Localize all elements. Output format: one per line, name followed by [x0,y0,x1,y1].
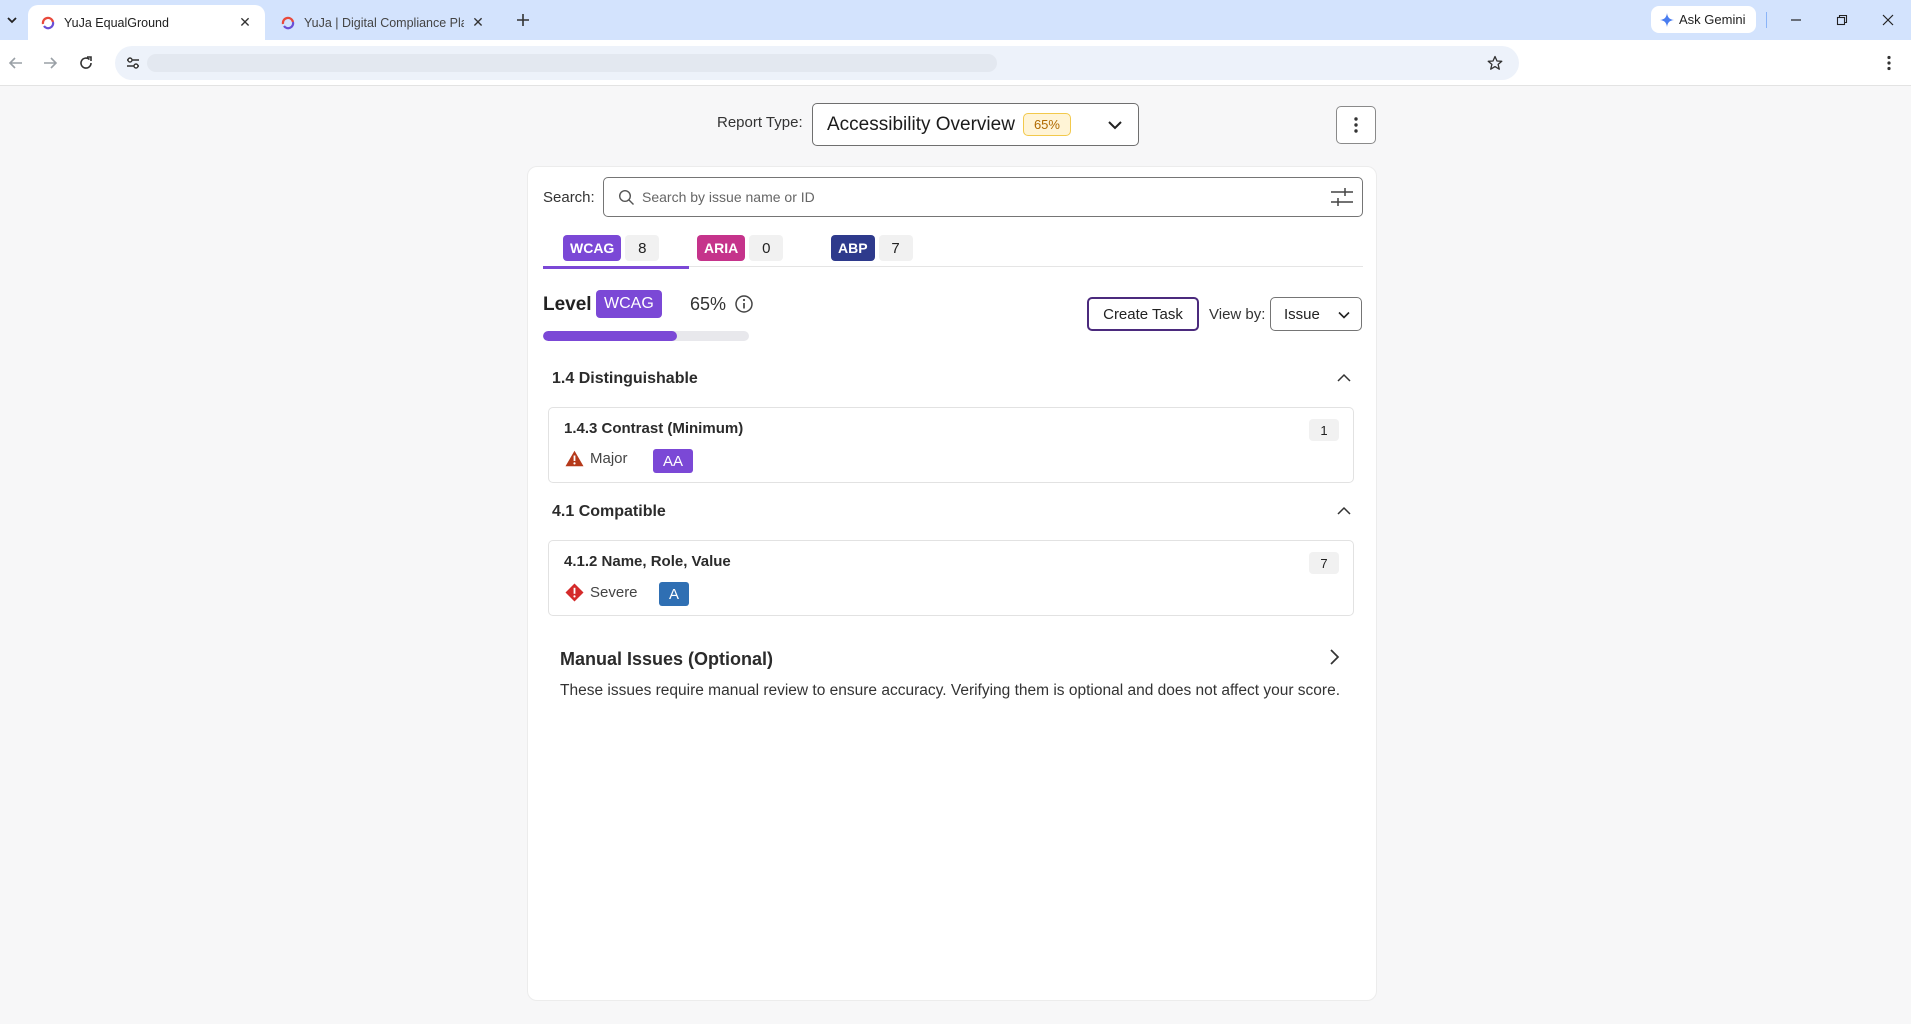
chevron-down-icon [1108,121,1122,130]
address-bar[interactable] [115,46,1519,80]
yuja-favicon-icon [41,16,55,29]
severity-label: Major [590,450,628,467]
create-task-button[interactable]: Create Task [1087,297,1199,331]
tab-title: YuJa EqualGround [64,15,169,30]
browser-menu-button[interactable] [1877,51,1901,75]
minimize-icon [1791,19,1801,21]
back-button[interactable] [4,51,28,75]
search-input[interactable] [642,184,1302,210]
issue-card-name-role-value[interactable]: 4.1.2 Name, Role, Value 7 Severe A [548,540,1354,616]
issue-count: 7 [1309,552,1339,574]
reload-button[interactable] [74,51,98,75]
browser-toolbar [0,40,1911,86]
report-name: Accessibility Overview [827,113,1015,135]
search-label: Search: [543,189,595,206]
report-score-badge: 65% [1022,113,1071,136]
level-percent: 65% [690,294,727,314]
view-by-value: Issue [1284,305,1320,323]
search-icon [618,189,634,205]
warning-triangle-icon [565,450,584,467]
tab-search-dropdown[interactable] [2,10,22,30]
report-panel: Search: WCAG 8 ARIA 0 ABP 7 Level WCAG 6… [527,166,1377,1001]
conformance-level-badge: AA [653,449,694,473]
abp-count: 7 [878,235,913,261]
chevron-down-icon [1338,311,1350,319]
report-type-select[interactable]: Accessibility Overview 65% [812,103,1139,146]
issue-title: 1.4.3 Contrast (Minimum) [564,420,744,437]
conformance-level-badge: A [659,582,690,606]
toolbar-separator [1766,12,1767,28]
severity-severe: Severe [565,583,638,602]
tab-aria[interactable]: ARIA 0 [697,235,784,267]
issue-title: 4.1.2 Name, Role, Value [564,553,731,570]
gemini-sparkle-icon [1660,12,1674,27]
group-header-compatible[interactable]: 4.1 Compatible [552,499,1360,525]
restore-icon [1836,14,1848,26]
more-vertical-icon [1887,55,1891,71]
severe-diamond-icon [565,583,584,602]
chevron-right-icon[interactable] [1324,647,1344,667]
severity-major: Major [565,450,628,467]
more-vertical-icon [1354,117,1358,133]
arrow-right-icon [44,57,58,69]
group-title: 1.4 Distinguishable [552,370,698,387]
standards-tabs: WCAG 8 ARIA 0 ABP 7 [542,235,1363,269]
tab-wcag[interactable]: WCAG 8 [542,235,690,269]
star-icon [1487,55,1503,70]
close-icon [1882,14,1894,26]
new-tab-button[interactable] [512,9,534,31]
url-text[interactable] [147,54,997,72]
group-header-distinguishable[interactable]: 1.4 Distinguishable [552,366,1360,392]
level-label: Level [543,294,592,315]
level-progress-fill [543,331,677,341]
group-title: 4.1 Compatible [552,503,666,520]
issue-card-contrast-minimum[interactable]: 1.4.3 Contrast (Minimum) 1 Major AA [548,407,1354,483]
issue-count: 1 [1309,419,1339,441]
chevron-up-icon [1337,506,1351,515]
tune-icon [127,57,139,69]
abp-badge: ABP [831,235,875,261]
minimize-button[interactable] [1784,8,1808,32]
browser-tab-bar: YuJa EqualGround ✕ YuJa | Digital Compli… [0,0,1911,40]
report-type-label: Report Type: [717,114,803,131]
close-icon[interactable]: ✕ [470,14,486,31]
yuja-favicon-icon [281,16,295,29]
view-by-label: View by: [1209,306,1266,323]
level-badge: WCAG [596,290,662,318]
view-by-select[interactable]: Issue [1270,297,1362,331]
manual-issues-description: These issues require manual review to en… [560,682,1341,699]
tab-yuja-digital-compliance[interactable]: YuJa | Digital Compliance Platfo ✕ [268,5,498,40]
more-options-button[interactable] [1336,106,1376,144]
reload-icon [80,56,92,69]
aria-count: 0 [749,235,784,261]
ask-gemini-label: Ask Gemini [1679,12,1746,27]
restore-button[interactable] [1830,8,1854,32]
wcag-badge: WCAG [563,235,622,261]
level-progress-bar [543,331,749,341]
tab-abp[interactable]: ABP 7 [831,235,913,267]
aria-badge: ARIA [697,235,746,261]
forward-button[interactable] [38,51,62,75]
tab-title: YuJa | Digital Compliance Platfo [304,15,464,30]
manual-issues-title[interactable]: Manual Issues (Optional) [560,649,773,670]
close-icon[interactable]: ✕ [237,14,253,31]
wcag-count: 8 [625,235,660,261]
bookmark-button[interactable] [1485,53,1505,73]
severity-label: Severe [590,584,638,601]
close-window-button[interactable] [1876,8,1900,32]
ask-gemini-button[interactable]: Ask Gemini [1651,6,1756,33]
site-info-button[interactable] [121,51,145,75]
arrow-left-icon [8,57,22,69]
info-icon[interactable] [734,294,754,314]
chevron-up-icon [1337,373,1351,382]
chevron-down-icon [7,17,17,24]
plus-icon [517,14,529,26]
search-box [603,177,1363,217]
tab-yuja-equalground[interactable]: YuJa EqualGround ✕ [28,5,265,40]
filter-sliders-icon[interactable] [1330,186,1354,208]
